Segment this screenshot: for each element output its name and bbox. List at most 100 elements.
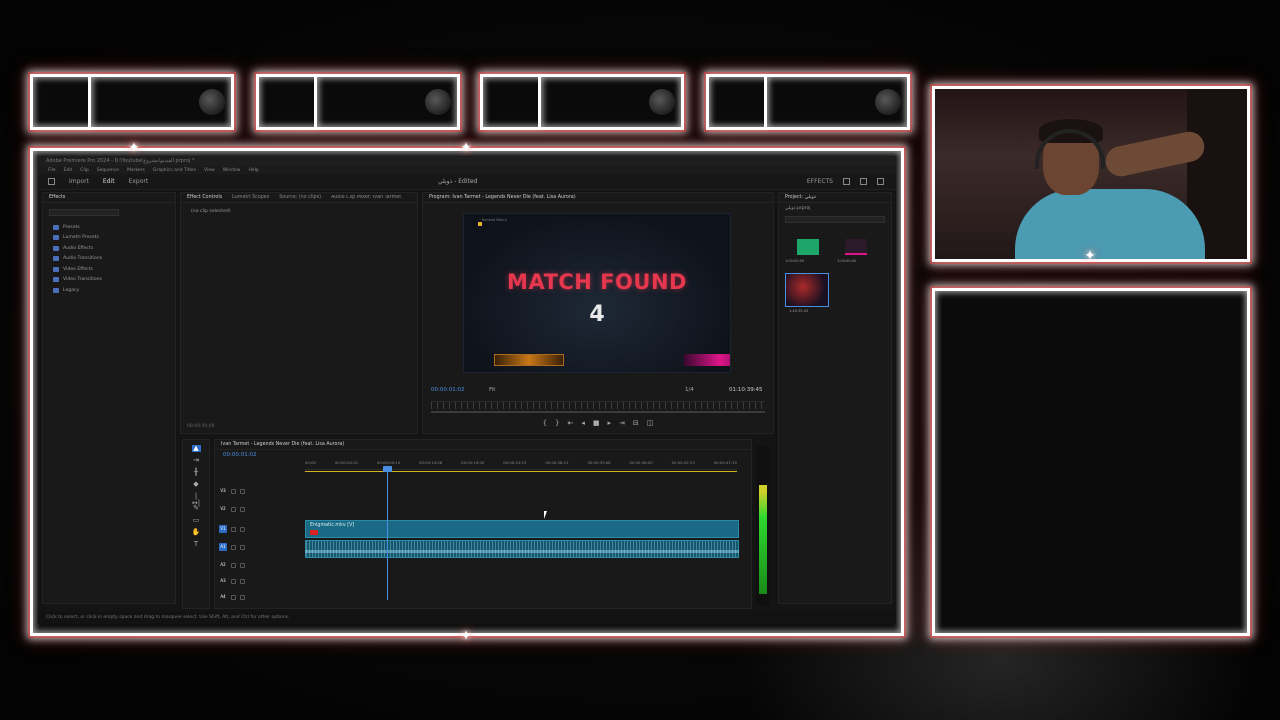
video-clip[interactable]: Enigmatic.mkv [V] [305, 520, 739, 538]
audio-clip[interactable] [305, 540, 739, 558]
home-icon[interactable] [48, 178, 55, 185]
asset-selected-clip[interactable] [785, 273, 829, 307]
track-header-a1[interactable]: A1 [219, 540, 301, 554]
menu-help[interactable]: Help [248, 168, 258, 173]
track-header-a3[interactable]: A3 [219, 574, 301, 588]
menu-file[interactable]: File [48, 168, 56, 173]
mute-icon[interactable] [231, 594, 236, 600]
effects-search-input[interactable] [49, 209, 119, 216]
eye-icon[interactable] [240, 526, 245, 532]
menu-bar: File Edit Clip Sequence Markers Graphics… [38, 166, 896, 174]
step-back-icon[interactable]: ◂ [581, 419, 585, 427]
share-icon[interactable] [860, 178, 867, 185]
fit-dropdown[interactable]: Fit [489, 387, 495, 393]
frame-ornament-icon: ✦ [1084, 248, 1096, 264]
track-label: A2 [220, 562, 226, 567]
track-header-v2[interactable]: V2 [219, 502, 301, 516]
overlay-slot-4 [706, 74, 910, 130]
ripple-edit-tool-icon[interactable]: ╫ [192, 469, 201, 476]
solo-icon[interactable] [240, 594, 245, 600]
program-scrubber[interactable] [431, 411, 765, 413]
go-to-out-icon[interactable]: ⇥ [619, 419, 625, 427]
preview-marker [478, 222, 482, 226]
mute-icon[interactable] [231, 544, 236, 550]
go-to-in-icon[interactable]: ⇤ [568, 419, 574, 427]
mute-icon[interactable] [231, 562, 236, 568]
export-frame-icon[interactable]: ◫ [647, 419, 654, 427]
tree-item-label: Audio Transitions [63, 256, 103, 262]
menu-view[interactable]: View [204, 168, 215, 173]
rectangle-tool-icon[interactable]: ▭ [192, 517, 201, 524]
mark-out-icon[interactable]: } [555, 419, 559, 427]
solo-icon[interactable] [240, 544, 245, 550]
quality-dropdown[interactable]: 1/4 [685, 387, 694, 393]
track-header-v3[interactable]: V3 [219, 484, 301, 498]
lock-icon[interactable] [231, 526, 236, 532]
tree-item-label: Video Effects [63, 266, 93, 272]
project-search-input[interactable] [785, 216, 885, 223]
lock-icon[interactable] [231, 506, 236, 512]
folder-icon [53, 287, 59, 293]
lock-icon[interactable] [231, 488, 236, 494]
asset-audio-thumb[interactable] [797, 239, 819, 255]
selection-tool-icon[interactable]: ▲ [191, 445, 201, 452]
track-label: V1 [219, 525, 227, 533]
program-duration: 01:10:39:45 [729, 387, 763, 393]
eye-icon[interactable] [240, 488, 245, 494]
menu-markers[interactable]: Markers [127, 168, 145, 173]
track-header-a2[interactable]: A2 [219, 558, 301, 572]
timeline-ruler[interactable]: 00:00 00:00:04:22 00:00:09:15 00:00:14:0… [305, 460, 737, 470]
menu-clip[interactable]: Clip [80, 168, 89, 173]
lift-icon[interactable]: ⊟ [633, 419, 639, 427]
tab-project[interactable]: Project: ذوبلي [785, 195, 816, 200]
tree-item-legacy[interactable]: Legacy [43, 285, 175, 296]
skull-icon [425, 89, 451, 115]
solo-icon[interactable] [240, 578, 245, 584]
asset-sequence-thumb[interactable] [845, 239, 867, 255]
tab-edit[interactable]: Edit [103, 178, 115, 185]
type-tool-icon[interactable]: T [192, 541, 201, 548]
step-forward-icon[interactable]: ▸ [608, 419, 612, 427]
hand-tool-icon[interactable]: ✋ [192, 529, 201, 536]
menu-graphics[interactable]: Graphics and Titles [153, 168, 196, 173]
tab-export[interactable]: Export [129, 178, 149, 185]
tab-effect-controls[interactable]: Effect Controls [187, 195, 222, 200]
tab-program[interactable]: Program: Ivan Tarmet - Legends Never Die… [429, 195, 576, 200]
menu-window[interactable]: Window [223, 168, 241, 173]
solo-icon[interactable] [240, 562, 245, 568]
play-icon[interactable]: ■ [593, 419, 600, 427]
match-countdown: 4 [589, 302, 605, 327]
tree-item-lumetri-presets[interactable]: Lumetri Presets [43, 233, 175, 244]
playhead[interactable] [387, 468, 388, 600]
razor-tool-icon[interactable]: ◆ [192, 481, 201, 488]
track-header-a4[interactable]: A4 [219, 590, 301, 604]
tab-lumetri-scopes[interactable]: Lumetri Scopes [232, 195, 269, 200]
workspace-icon[interactable] [843, 178, 850, 185]
tree-item-audio-transitions[interactable]: Audio Transitions [43, 254, 175, 265]
tree-item-video-transitions[interactable]: Video Transitions [43, 275, 175, 286]
clip-label: Enigmatic.mkv [V] [310, 523, 355, 528]
program-timecode[interactable]: 00:00:01:02 [431, 387, 465, 393]
effects-label[interactable]: EFFECTS [807, 178, 833, 185]
tab-sequence[interactable]: Ivan Tarmet - Legends Never Die (feat. L… [221, 442, 344, 447]
slip-tool-icon[interactable]: |↔| [192, 493, 201, 507]
mark-in-icon[interactable]: { [543, 419, 547, 427]
tab-import[interactable]: Import [69, 178, 89, 185]
preview-accept-button [494, 354, 564, 366]
tree-item-audio-effects[interactable]: Audio Effects [43, 243, 175, 254]
mute-icon[interactable] [231, 578, 236, 584]
transport-controls: { } ⇤ ◂ ■ ▸ ⇥ ⊟ ◫ [423, 419, 773, 427]
tab-audio-clip-mixer[interactable]: Audio Clip Mixer: Ivan Tarmet - Legends … [331, 195, 401, 200]
eye-icon[interactable] [240, 506, 245, 512]
track-header-v1[interactable]: V1 [219, 522, 301, 536]
fullscreen-icon[interactable] [877, 178, 884, 185]
timeline-timecode[interactable]: 00:00:01:02 [223, 452, 257, 458]
menu-sequence[interactable]: Sequence [97, 168, 119, 173]
menu-edit[interactable]: Edit [64, 168, 73, 173]
work-area-bar[interactable] [305, 471, 737, 472]
tree-item-video-effects[interactable]: Video Effects [43, 264, 175, 275]
tab-effects[interactable]: Effects [49, 195, 65, 200]
tree-item-presets[interactable]: Presets [43, 222, 175, 233]
track-select-tool-icon[interactable]: ⇥ [192, 457, 201, 464]
tab-source[interactable]: Source: (no clips) [279, 195, 321, 200]
